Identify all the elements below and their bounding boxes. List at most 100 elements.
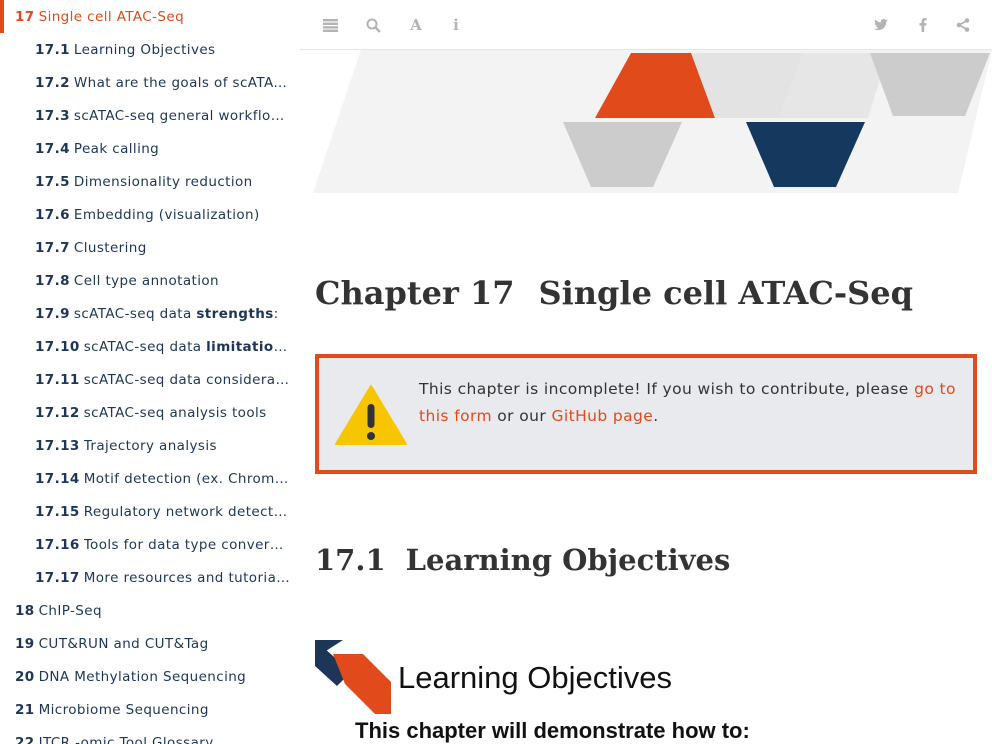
github-page-link[interactable]: GitHub page bbox=[551, 407, 653, 425]
sidebar-item-number: 17.17 bbox=[35, 569, 80, 586]
sidebar-item-number: 17.9 bbox=[35, 305, 70, 322]
sidebar-item-label: Tools for data type conversion bbox=[83, 536, 290, 553]
sidebar-item[interactable]: 17.16 Tools for data type conversion bbox=[0, 528, 290, 561]
sidebar-item-label: scATAC-seq analysis tools bbox=[83, 404, 267, 421]
info-icon[interactable]: i bbox=[445, 14, 467, 36]
sidebar-item-number: 17.16 bbox=[35, 536, 80, 553]
sidebar-item-label: More resources and tutorials ab… bbox=[83, 569, 290, 586]
sidebar-item[interactable]: 20 DNA Methylation Sequencing bbox=[0, 660, 300, 693]
sidebar-item-label: Peak calling bbox=[73, 140, 160, 157]
callout-text-middle: or our bbox=[491, 407, 552, 425]
sidebar-item-number: 17.10 bbox=[35, 338, 80, 355]
sidebar-item[interactable]: 19 CUT&RUN and CUT&Tag bbox=[0, 627, 300, 660]
sidebar-item[interactable]: 17.4 Peak calling bbox=[0, 132, 290, 165]
sidebar-item-label-text: scATAC-seq data bbox=[73, 305, 197, 322]
sidebar-item-label-emphasis: limitations bbox=[206, 338, 290, 355]
sidebar-item-label: Motif detection (ex. ChromVar) bbox=[83, 470, 290, 487]
sidebar-item[interactable]: 17.9 scATAC-seq data strengths: bbox=[0, 297, 290, 330]
chapter-banner-graphic bbox=[313, 50, 992, 193]
sidebar-item-label: Clustering bbox=[73, 239, 147, 256]
sidebar-item[interactable]: 18 ChIP-Seq bbox=[0, 594, 300, 627]
sidebar-item-label-text: scATAC-seq data bbox=[83, 338, 207, 355]
sidebar-item-number: 17.2 bbox=[35, 74, 70, 91]
sidebar-toc: 17 Single cell ATAC-Seq 17.1 Learning Objec… bbox=[0, 0, 300, 744]
learning-objectives-title: Learning Objectives bbox=[398, 660, 672, 695]
sidebar-item-label: scATAC-seq data limitations: bbox=[84, 339, 290, 355]
share-icon[interactable] bbox=[952, 14, 974, 36]
chapter-number: Chapter 17 bbox=[315, 274, 515, 312]
sidebar-item-label: Regulatory network detection bbox=[83, 503, 290, 520]
sidebar-item[interactable]: 17.14 Motif detection (ex. ChromVar) bbox=[0, 462, 290, 495]
facebook-icon[interactable] bbox=[912, 14, 934, 36]
learning-objectives-subtitle: This chapter will demonstrate how to: bbox=[355, 718, 750, 743]
sidebar-item-label: Trajectory analysis bbox=[83, 437, 217, 454]
sidebar-item-label: Single cell ATAC-Seq bbox=[38, 8, 185, 25]
sidebar-item[interactable]: 17.17More resources and tutorials ab… bbox=[0, 561, 290, 594]
sidebar-item[interactable]: 17 Single cell ATAC-Seq bbox=[0, 0, 300, 33]
sidebar-item-label: ChIP-Seq bbox=[38, 602, 102, 619]
sidebar-item-number: 17.7 bbox=[35, 239, 70, 256]
sidebar-item[interactable]: 17.11 scATAC-seq data considerations bbox=[0, 363, 290, 396]
sidebar-item-label: Dimensionality reduction bbox=[73, 173, 253, 190]
page-title: Chapter 17 Single cell ATAC-Seq bbox=[315, 274, 913, 312]
sidebar-item-label: scATAC-seq general workflow ove… bbox=[73, 107, 290, 124]
sidebar-item[interactable]: 17.6 Embedding (visualization) bbox=[0, 198, 290, 231]
menu-icon[interactable] bbox=[319, 14, 341, 36]
sidebar-item-number: 17.11 bbox=[35, 371, 80, 388]
chapter-title-text: Single cell ATAC-Seq bbox=[538, 274, 913, 312]
sidebar-item[interactable]: 17.5 Dimensionality reduction bbox=[0, 165, 290, 198]
callout-text-end: . bbox=[653, 407, 659, 425]
sidebar-item-number: 17.14 bbox=[35, 470, 80, 487]
sidebar-item-label: ITCR -omic Tool Glossary bbox=[38, 734, 214, 744]
sidebar-item-number: 20 bbox=[15, 668, 35, 685]
sidebar-item-number: 17.5 bbox=[35, 173, 70, 190]
sidebar-item-number: 17.8 bbox=[35, 272, 70, 289]
sidebar-item[interactable]: 17.8 Cell type annotation bbox=[0, 264, 290, 297]
sidebar-item-number: 22 bbox=[15, 734, 35, 744]
sidebar-item[interactable]: 17.2What are the goals of scATAC-seq… bbox=[0, 66, 290, 99]
sidebar-item-number: 17.13 bbox=[35, 437, 80, 454]
sidebar-item-number: 19 bbox=[15, 635, 35, 652]
toolbar: A i bbox=[300, 0, 992, 50]
font-icon[interactable]: A bbox=[405, 14, 427, 36]
sidebar-item-number: 21 bbox=[15, 701, 35, 718]
learning-objectives-logo-icon bbox=[315, 640, 391, 714]
callout-message: This chapter is incomplete! If you wish … bbox=[419, 376, 959, 430]
sidebar-item-number: 18 bbox=[15, 602, 35, 619]
sidebar-item[interactable]: 17.12 scATAC-seq analysis tools bbox=[0, 396, 290, 429]
sidebar-item-label: Embedding (visualization) bbox=[73, 206, 260, 223]
sidebar-item[interactable]: 17.1 Learning Objectives bbox=[0, 33, 290, 66]
sidebar-item[interactable]: 17.3scATAC-seq general workflow ove… bbox=[0, 99, 290, 132]
incomplete-warning-callout: This chapter is incomplete! If you wish … bbox=[315, 354, 977, 474]
search-icon[interactable] bbox=[362, 14, 384, 36]
sidebar-item[interactable]: 17.15 Regulatory network detection bbox=[0, 495, 290, 528]
sidebar-item-label: Learning Objectives bbox=[73, 41, 216, 58]
section-heading: 17.1 Learning Objectives bbox=[315, 543, 730, 577]
section-title-text: Learning Objectives bbox=[405, 543, 731, 577]
sidebar-item-label: Cell type annotation bbox=[73, 272, 219, 289]
sidebar-item-number: 17 bbox=[15, 8, 35, 25]
sidebar-item-label: CUT&RUN and CUT&Tag bbox=[38, 635, 209, 652]
twitter-icon[interactable] bbox=[870, 14, 892, 36]
sidebar-item-label-emphasis: strengths bbox=[196, 305, 274, 322]
sidebar-item-number: 17.3 bbox=[35, 107, 70, 124]
sidebar-item-number: 17.6 bbox=[35, 206, 70, 223]
section-number: 17.1 bbox=[315, 543, 386, 577]
sidebar-item-number: 17.4 bbox=[35, 140, 70, 157]
sidebar-item[interactable]: 17.10scATAC-seq data limitations: bbox=[0, 330, 290, 363]
sidebar-item[interactable]: 21 Microbiome Sequencing bbox=[0, 693, 300, 726]
sidebar-item-label: scATAC-seq data strengths: bbox=[74, 306, 279, 322]
sidebar-item-label: What are the goals of scATAC-seq… bbox=[73, 74, 290, 91]
sidebar-item-label: Microbiome Sequencing bbox=[38, 701, 209, 718]
sidebar-item[interactable]: 17.13 Trajectory analysis bbox=[0, 429, 290, 462]
sidebar-item-label-suffix: : bbox=[273, 305, 279, 322]
sidebar-item-number: 17.12 bbox=[35, 404, 80, 421]
warning-icon bbox=[335, 385, 407, 445]
callout-text: This chapter is incomplete! If you wish … bbox=[419, 380, 915, 398]
sidebar-item-number: 17.1 bbox=[35, 41, 70, 58]
sidebar-item[interactable]: 22 ITCR -omic Tool Glossary bbox=[0, 726, 300, 744]
sidebar-item-number: 17.15 bbox=[35, 503, 80, 520]
sidebar-item-label: DNA Methylation Sequencing bbox=[38, 668, 247, 685]
sidebar-item[interactable]: 17.7 Clustering bbox=[0, 231, 290, 264]
sidebar-item-label: scATAC-seq data considerations bbox=[83, 371, 290, 388]
